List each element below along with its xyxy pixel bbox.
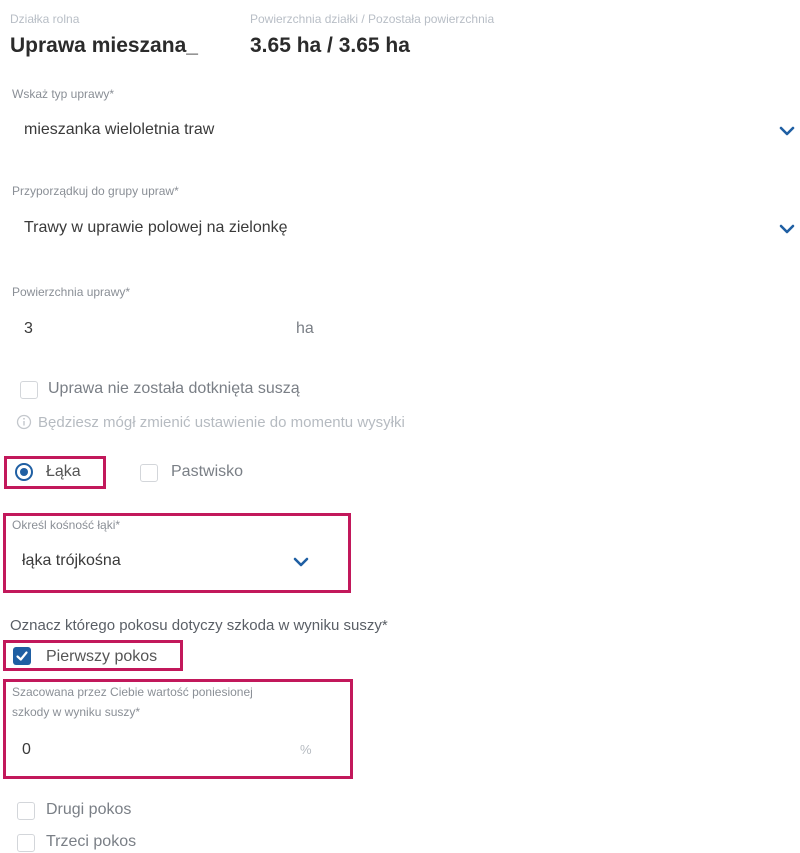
drought-checkbox[interactable] — [20, 381, 38, 399]
crop-area-value: 3 — [24, 320, 33, 337]
damage-estimate-input[interactable]: 0 % — [10, 728, 340, 772]
damage-estimate-value: 0 — [22, 741, 31, 758]
crop-area-unit: ha — [296, 320, 314, 337]
checkmark-icon — [16, 651, 28, 661]
third-cut-label: Trzeci pokos — [46, 833, 137, 850]
meadow-cut-value: łąka trójkośna — [22, 552, 121, 569]
chevron-down-icon — [292, 553, 310, 571]
chevron-down-icon — [778, 122, 796, 140]
radio-meadow[interactable] — [15, 463, 33, 481]
info-icon — [16, 414, 32, 430]
damage-estimate-label-line2: szkody w wyniku suszy* — [12, 705, 141, 719]
crop-type-value: mieszanka wieloletnia traw — [24, 121, 215, 138]
meadow-cut-label: Określ kośność łąki* — [12, 518, 121, 532]
chevron-down-icon — [778, 220, 796, 238]
crop-group-value: Trawy w uprawie polowej na zielonkę — [24, 219, 288, 236]
damage-estimate-label-line1: Szacowana przez Ciebie wartość poniesion… — [12, 685, 253, 699]
plot-name-label: Działka rolna — [10, 12, 80, 26]
area-label: Powierzchnia działki / Pozostała powierz… — [250, 12, 495, 26]
crop-area-label: Powierzchnia uprawy* — [12, 285, 131, 299]
meadow-cut-select[interactable]: łąka trójkośna — [10, 538, 340, 582]
radio-meadow-label: Łąka — [46, 463, 81, 480]
crop-group-label: Przyporządkuj do grupy upraw* — [12, 184, 179, 198]
crop-area-input[interactable]: 3 ha — [12, 306, 322, 350]
cut-question-label: Oznacz którego pokosu dotyczy szkoda w w… — [10, 617, 388, 634]
crop-group-select[interactable]: Trawy w uprawie polowej na zielonkę — [12, 206, 798, 250]
radio-meadow-dot — [20, 468, 28, 476]
info-note-text: Będziesz mógł zmienić ustawienie do mome… — [38, 414, 405, 431]
drought-checkbox-label: Uprawa nie została dotknięta suszą — [48, 380, 300, 397]
damage-estimate-unit: % — [300, 742, 312, 757]
crop-type-select[interactable]: mieszanka wieloletnia traw — [12, 108, 798, 152]
third-cut-checkbox[interactable] — [17, 834, 35, 852]
first-cut-label: Pierwszy pokos — [46, 648, 158, 665]
crop-type-label: Wskaż typ uprawy* — [12, 87, 115, 101]
second-cut-checkbox[interactable] — [17, 802, 35, 820]
area-value: 3.65 ha / 3.65 ha — [250, 34, 410, 57]
second-cut-label: Drugi pokos — [46, 801, 132, 818]
first-cut-checkbox[interactable] — [13, 647, 31, 665]
radio-pasture[interactable] — [140, 464, 158, 482]
radio-pasture-label: Pastwisko — [171, 463, 244, 480]
plot-name-value: Uprawa mieszana_ — [10, 34, 198, 57]
